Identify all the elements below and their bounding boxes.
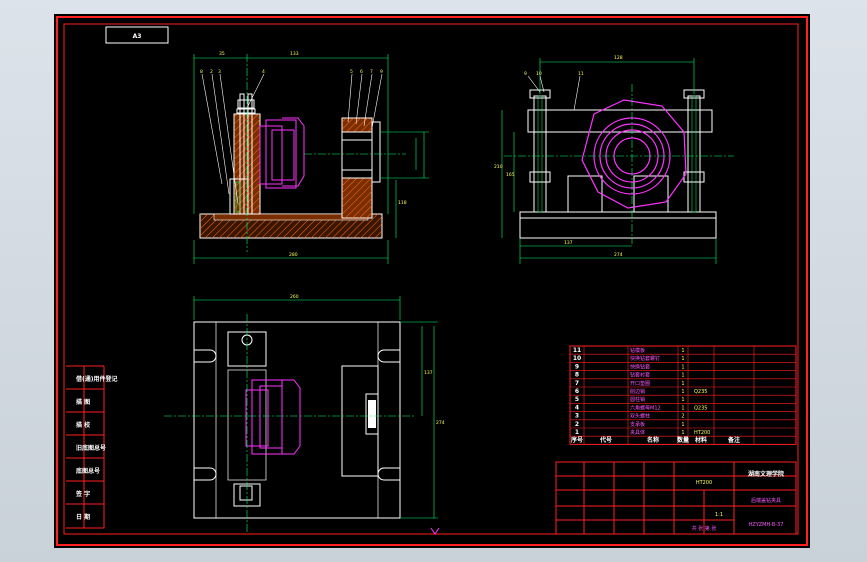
left-label-2: 描 校	[76, 421, 91, 429]
parts-row-number: 7	[575, 380, 579, 387]
parts-row-material: Q235	[694, 405, 707, 411]
side-dim-base-a: 137	[564, 240, 573, 246]
parts-row-number: 8	[575, 372, 579, 379]
parts-header-cell: 材料	[694, 436, 707, 444]
title-block-ratio: 1:1	[715, 512, 723, 518]
side-dim-height-a: 210	[494, 164, 503, 170]
front-balloon-2: 2	[210, 69, 213, 75]
left-label-0: 借(通)用件登记	[75, 375, 118, 383]
parts-row-qty: 2	[681, 414, 684, 420]
left-label-5: 签 字	[75, 490, 90, 498]
parts-row-qty: 1	[681, 364, 684, 370]
parts-row-material: Q235	[694, 389, 707, 395]
front-balloon-7: 7	[370, 69, 373, 75]
cad-viewport: A3 借(通)用件登记 描 图 描 校 旧底图总号 底图总号 签 字 日 期 3…	[0, 0, 867, 562]
parts-row-number: 4	[575, 404, 579, 411]
parts-row-name: 开口垫圈	[630, 380, 650, 387]
title-block: 湖南文理学院 后端盖钻夹具 HZYZMH-B-37 HT200 1:1 共 张 …	[555, 461, 797, 535]
side-base	[519, 211, 717, 239]
front-balloon-6: 6	[360, 69, 363, 75]
parts-row-name: 圆柱销	[630, 396, 645, 403]
parts-header-cell: 序号	[570, 436, 583, 444]
parts-header-cell: 名称	[647, 436, 659, 444]
corner-tag: A3	[105, 26, 169, 44]
parts-row-name: 快换钻套螺钉	[630, 355, 660, 362]
front-balloon-4: 4	[262, 69, 265, 75]
parts-row-qty: 1	[681, 430, 684, 436]
parts-row-number: 6	[575, 388, 579, 395]
parts-row-qty: 1	[681, 389, 684, 395]
parts-row-number: 11	[573, 347, 581, 354]
parts-header-cell: 数量	[677, 436, 689, 444]
plan-view: 260 137 274	[164, 294, 445, 535]
front-dim-height: 118	[398, 200, 407, 206]
parts-list: 11 钻模板 110 快换钻套螺钉 19 快换钻套 18 钻套衬套 17 开口垫圈 16 削边销 1 Q2…	[569, 345, 797, 445]
side-dim-base-b: 274	[614, 252, 623, 258]
parts-row-name: 夹具体	[630, 429, 645, 436]
left-label-4: 底图总号	[76, 467, 100, 475]
title-block-material: HT200	[696, 480, 712, 486]
parts-header-cell: 备注	[727, 436, 740, 444]
parts-row-material: HT200	[694, 430, 710, 436]
left-label-3: 旧底图总号	[76, 444, 106, 452]
front-dim-bottom: 280	[289, 252, 298, 258]
parts-row-number: 10	[573, 355, 581, 362]
drawing-canvas[interactable]: A3 借(通)用件登记 描 图 描 校 旧底图总号 底图总号 签 字 日 期 3…	[54, 14, 810, 548]
parts-row-qty: 1	[681, 422, 684, 428]
left-label-1: 描 图	[76, 398, 90, 406]
parts-row-qty: 1	[681, 348, 684, 354]
side-dim-top: 128	[614, 55, 623, 61]
side-view: 128 210 165 137 274 9 10 11	[494, 55, 734, 264]
title-block-institution: 湖南文理学院	[748, 470, 784, 478]
front-balloon-9: 9	[380, 69, 383, 75]
parts-row-qty: 1	[681, 373, 684, 379]
front-balloon-8: 8	[200, 69, 203, 75]
parts-header-cell: 代号	[599, 436, 612, 444]
left-label-6: 日 期	[76, 513, 90, 521]
title-block-sheet-info: 共 张 第 张	[692, 525, 717, 532]
parts-row-name: 快换钻套	[630, 363, 650, 370]
front-balloon-5: 5	[350, 69, 353, 75]
title-block-drawing-no: HZYZMH-B-37	[749, 522, 784, 528]
plan-dim-width: 260	[290, 294, 299, 300]
side-balloon-9: 9	[524, 71, 527, 77]
parts-row-number: 2	[575, 421, 579, 428]
parts-row-name: 钻套衬套	[630, 372, 650, 379]
left-label-column: 借(通)用件登记 描 图 描 校 旧底图总号 底图总号 签 字 日 期	[66, 365, 118, 529]
side-balloon-10: 10	[536, 71, 542, 77]
title-block-part-name: 后端盖钻夹具	[751, 497, 781, 504]
parts-row-name: 钻模板	[630, 347, 645, 354]
corner-tag-text: A3	[133, 33, 142, 40]
parts-row-number: 3	[575, 413, 579, 420]
side-balloon-11: 11	[578, 71, 584, 77]
parts-row-number: 5	[575, 396, 579, 403]
parts-row-qty: 1	[681, 381, 684, 387]
front-workpiece	[259, 117, 305, 189]
parts-row-number: 9	[575, 363, 579, 370]
parts-row-name: 削边销	[630, 388, 645, 395]
parts-row-number: 1	[575, 429, 579, 436]
plan-workpiece	[245, 379, 301, 455]
parts-row-qty: 1	[681, 356, 684, 362]
front-dim-b: 133	[290, 51, 299, 57]
front-dim-a: 35	[219, 51, 225, 57]
parts-row-qty: 1	[681, 405, 684, 411]
parts-row-name: 双头螺柱	[630, 413, 650, 420]
plan-dim-height-b: 274	[436, 420, 445, 426]
parts-row-qty: 1	[681, 397, 684, 403]
front-view: 35 133 280 118 8 2 3 4 5 6 7 9	[193, 51, 429, 264]
plan-dim-height-a: 137	[424, 370, 433, 376]
cad-drawing: A3 借(通)用件登记 描 图 描 校 旧底图总号 底图总号 签 字 日 期 3…	[56, 16, 808, 546]
parts-row-name: 六角螺母M12	[630, 404, 661, 411]
front-balloon-3: 3	[218, 69, 221, 75]
side-dim-height-b: 165	[506, 172, 515, 178]
parts-row-name: 支承板	[630, 421, 645, 428]
side-top-plate	[527, 109, 713, 133]
